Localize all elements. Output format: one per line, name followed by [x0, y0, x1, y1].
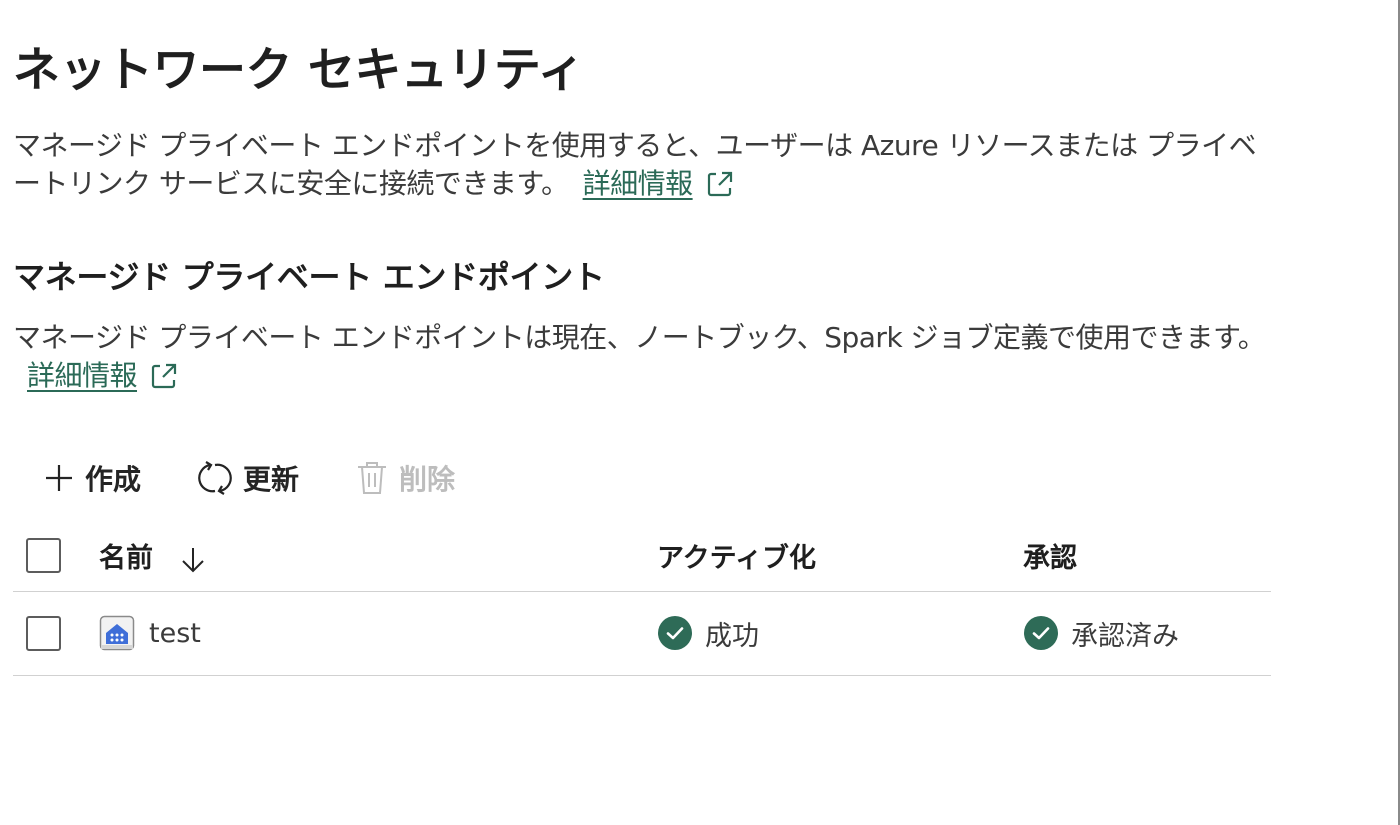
external-link-icon[interactable]	[149, 361, 179, 391]
command-bar: 作成 更新 削除	[13, 453, 1271, 503]
external-link-icon[interactable]	[705, 169, 735, 199]
network-security-panel: ネットワーク セキュリティ マネージド プライベート エンドポイントを使用すると…	[13, 38, 1271, 676]
refresh-button[interactable]: 更新	[197, 458, 299, 498]
column-header-activation[interactable]: アクティブ化	[657, 521, 1023, 591]
activation-status: 成功	[705, 620, 759, 652]
arrow-down-icon	[182, 547, 205, 573]
refresh-icon	[198, 461, 232, 495]
trash-icon	[358, 462, 387, 494]
check-circle-icon	[658, 616, 692, 650]
page: ネットワーク セキュリティ マネージド プライベート エンドポイントを使用すると…	[0, 0, 1400, 825]
column-header-name[interactable]: 名前	[99, 521, 657, 591]
delete-button[interactable]: 削除	[355, 458, 455, 498]
activation-cell: 成功	[657, 591, 1023, 675]
endpoint-name: test	[149, 617, 201, 649]
table-row[interactable]: test 成功 承認済み	[13, 591, 1271, 675]
select-all-cell	[13, 521, 99, 591]
approval-cell: 承認済み	[1023, 591, 1271, 675]
endpoints-table: 名前 アクティブ化 承認 test 成功 承認済み	[13, 521, 1271, 676]
row-checkbox[interactable]	[26, 615, 61, 651]
create-button-label: 作成	[85, 463, 142, 496]
row-select-cell	[13, 591, 99, 675]
select-all-checkbox[interactable]	[26, 538, 61, 574]
approval-status: 承認済み	[1071, 620, 1179, 652]
check-circle-icon	[1024, 616, 1058, 650]
column-header-approval[interactable]: 承認	[1023, 521, 1271, 591]
column-header-name-label: 名前	[99, 543, 153, 575]
section-description: マネージド プライベート エンドポイントは現在、ノートブック、Spark ジョブ…	[13, 319, 1273, 395]
learn-more-link[interactable]: 詳細情報	[583, 167, 694, 200]
table-header-row: 名前 アクティブ化 承認	[13, 521, 1271, 591]
name-cell: test	[99, 591, 657, 675]
refresh-button-label: 更新	[243, 463, 300, 496]
create-button[interactable]: 作成	[43, 458, 141, 498]
page-description: マネージド プライベート エンドポイントを使用すると、ユーザーは Azure リ…	[13, 127, 1273, 203]
plus-icon	[46, 465, 72, 491]
page-title: ネットワーク セキュリティ	[13, 43, 585, 98]
delete-button-label: 削除	[399, 463, 456, 496]
section-title: マネージド プライベート エンドポイント	[13, 258, 605, 296]
private-endpoint-icon	[99, 615, 135, 651]
section-description-text: マネージド プライベート エンドポイントは現在、ノートブック、Spark ジョブ…	[13, 321, 1266, 354]
section-learn-more-link[interactable]: 詳細情報	[27, 359, 138, 392]
